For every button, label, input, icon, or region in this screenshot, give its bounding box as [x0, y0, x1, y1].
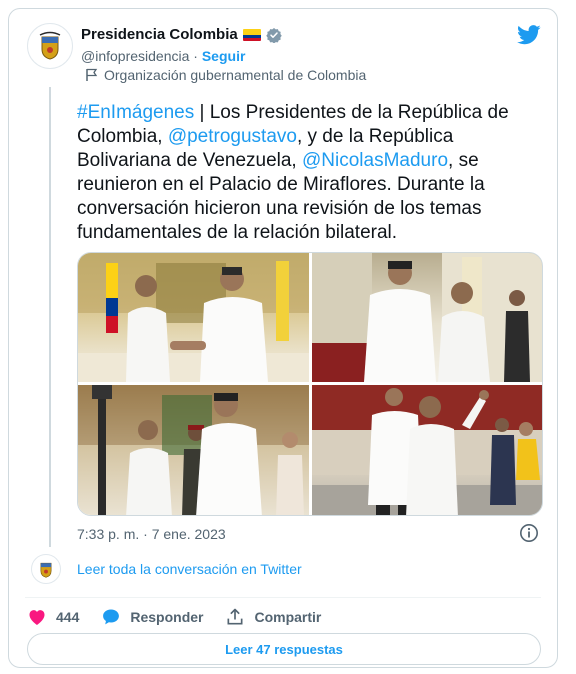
- read-replies-button[interactable]: Leer 47 respuestas: [27, 633, 541, 665]
- heart-icon: [29, 610, 45, 625]
- tweet-photo[interactable]: [78, 253, 309, 382]
- like-count: 444: [56, 609, 80, 625]
- org-label-row: Organización gubernamental de Colombia: [85, 67, 366, 83]
- share-label: Compartir: [254, 609, 322, 625]
- share-icon: [227, 608, 243, 625]
- flag-outline-icon: [86, 68, 98, 81]
- author-handle[interactable]: @infopresidencia: [81, 48, 189, 64]
- reply-bubble-icon: [103, 609, 120, 625]
- action-bar: 444 Responder Compartir: [27, 605, 321, 629]
- tweet-photo[interactable]: [312, 385, 542, 515]
- tweet-photo[interactable]: [78, 385, 309, 515]
- tweet-photo[interactable]: [312, 253, 542, 382]
- author-name[interactable]: Presidencia Colombia: [81, 26, 238, 43]
- handle-separator: ·: [189, 48, 202, 64]
- hashtag-link[interactable]: #EnImágenes: [77, 102, 194, 123]
- mention-link[interactable]: @NicolasMaduro: [302, 150, 448, 171]
- tweet-text: #EnImágenes | Los Presidentes de la Repú…: [77, 101, 547, 245]
- author-avatar[interactable]: [27, 23, 73, 69]
- divider: [25, 597, 541, 598]
- tweet-card: Presidencia Colombia @infopresidencia · …: [8, 8, 558, 668]
- conversation-row[interactable]: Leer toda la conversación en Twitter: [31, 553, 302, 585]
- tweet-timestamp[interactable]: 7:33 p. m. · 7 ene. 2023: [77, 526, 226, 542]
- share-button[interactable]: Compartir: [225, 607, 321, 627]
- reply-label: Responder: [130, 609, 204, 625]
- handle-row: @infopresidencia · Seguir: [81, 48, 245, 64]
- twitter-logo-icon[interactable]: [517, 25, 541, 45]
- verified-badge-icon: [265, 27, 282, 43]
- author-name-row[interactable]: Presidencia Colombia: [81, 26, 282, 43]
- flag-icon: [242, 28, 261, 41]
- author-mini-avatar: [31, 554, 61, 584]
- thread-line: [49, 87, 51, 547]
- mention-link[interactable]: @petrogustavo: [168, 126, 297, 147]
- read-conversation-link[interactable]: Leer toda la conversación en Twitter: [77, 561, 302, 577]
- coat-of-arms-icon: [39, 31, 61, 60]
- reply-button[interactable]: Responder: [101, 607, 203, 627]
- org-label: Organización gubernamental de Colombia: [104, 67, 367, 83]
- like-button[interactable]: 444: [27, 607, 79, 627]
- follow-button[interactable]: Seguir: [202, 48, 246, 64]
- coat-of-arms-icon: [40, 562, 52, 578]
- info-icon[interactable]: [519, 523, 539, 543]
- photo-grid: [77, 252, 543, 516]
